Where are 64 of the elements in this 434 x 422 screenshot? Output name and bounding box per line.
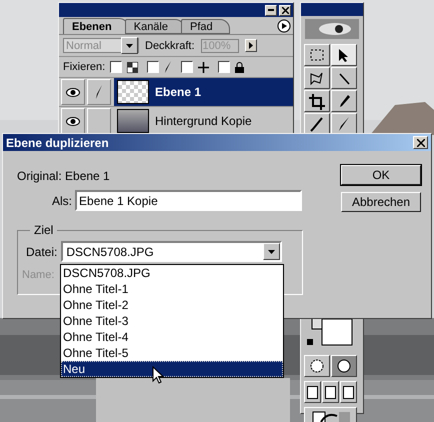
layer-thumbnail bbox=[117, 109, 149, 133]
group-title: Ziel bbox=[33, 223, 54, 237]
screen-mode-button[interactable] bbox=[340, 381, 357, 403]
window-icon bbox=[343, 386, 354, 398]
dialog-button[interactable]: Abbrechen bbox=[341, 192, 421, 212]
quick-mask-button[interactable] bbox=[331, 355, 357, 377]
tool-button[interactable] bbox=[304, 67, 330, 89]
brush-toggle[interactable] bbox=[87, 79, 111, 105]
crop-icon bbox=[307, 92, 327, 110]
eye-icon bbox=[66, 88, 80, 96]
close-icon bbox=[282, 6, 288, 14]
move-icon bbox=[198, 62, 210, 72]
tool-button[interactable] bbox=[331, 44, 357, 66]
minimize-button[interactable] bbox=[265, 4, 277, 16]
jump-arrow-icon bbox=[310, 410, 350, 422]
eye-logo-icon bbox=[305, 19, 359, 39]
dashed-circle-icon bbox=[310, 359, 324, 373]
list-option[interactable]: Neu bbox=[61, 361, 283, 377]
name-label: Name: bbox=[22, 269, 54, 281]
window-icon bbox=[307, 386, 318, 398]
standard-mode-button[interactable] bbox=[304, 355, 330, 377]
lock-label: Fixieren: bbox=[63, 61, 106, 73]
tool-button[interactable] bbox=[304, 90, 330, 112]
opacity-arrow-button[interactable] bbox=[244, 39, 257, 52]
minimize-icon bbox=[268, 9, 274, 11]
lock-checkbox[interactable] bbox=[147, 61, 160, 73]
dialog-title: Ebene duplizieren bbox=[6, 136, 109, 150]
visibility-toggle[interactable] bbox=[61, 79, 85, 105]
caret-down-icon bbox=[126, 42, 133, 49]
window-icon bbox=[325, 386, 336, 398]
dialog-button[interactable]: OK bbox=[341, 165, 421, 185]
panel-tab[interactable]: Pfad bbox=[181, 19, 230, 34]
tool-button[interactable] bbox=[304, 113, 330, 135]
caret-down-icon bbox=[268, 248, 276, 255]
file-select[interactable]: DSCN5708.JPG bbox=[61, 241, 282, 262]
file-label: Datei: bbox=[26, 244, 58, 258]
tool-button[interactable] bbox=[331, 113, 357, 135]
close-icon bbox=[416, 138, 424, 146]
lock-checkbox[interactable] bbox=[110, 61, 122, 73]
eye-icon bbox=[66, 116, 80, 126]
lock-checkbox[interactable] bbox=[181, 61, 194, 73]
lock-icon bbox=[235, 62, 244, 72]
title-bar bbox=[301, 3, 363, 16]
brush-icon bbox=[95, 85, 103, 99]
original-label: Original: Ebene 1 bbox=[17, 169, 111, 183]
brush-icon bbox=[164, 61, 172, 73]
screen-mode-button[interactable] bbox=[322, 381, 339, 403]
tool-button[interactable] bbox=[331, 67, 357, 89]
panel-menu-icon[interactable] bbox=[277, 19, 291, 33]
layer-item[interactable]: Ebene 1 bbox=[114, 78, 293, 106]
arrow-right-icon bbox=[247, 42, 254, 49]
opacity-label: Deckkraft: bbox=[145, 40, 195, 52]
close-button[interactable] bbox=[279, 4, 291, 16]
name-input[interactable]: Ebene 1 Kopie bbox=[75, 190, 302, 211]
layer-item[interactable]: Hintergrund Kopie bbox=[114, 107, 293, 135]
lock-checkbox[interactable] bbox=[218, 61, 230, 73]
tool-button[interactable] bbox=[304, 44, 330, 66]
checker-icon bbox=[127, 62, 138, 72]
as-label: Als: bbox=[52, 194, 72, 208]
tool-button[interactable] bbox=[331, 90, 357, 112]
screen-mode-button[interactable] bbox=[304, 381, 321, 403]
close-button[interactable] bbox=[413, 136, 428, 149]
layer-thumbnail bbox=[117, 80, 149, 104]
circle-icon bbox=[337, 359, 351, 373]
